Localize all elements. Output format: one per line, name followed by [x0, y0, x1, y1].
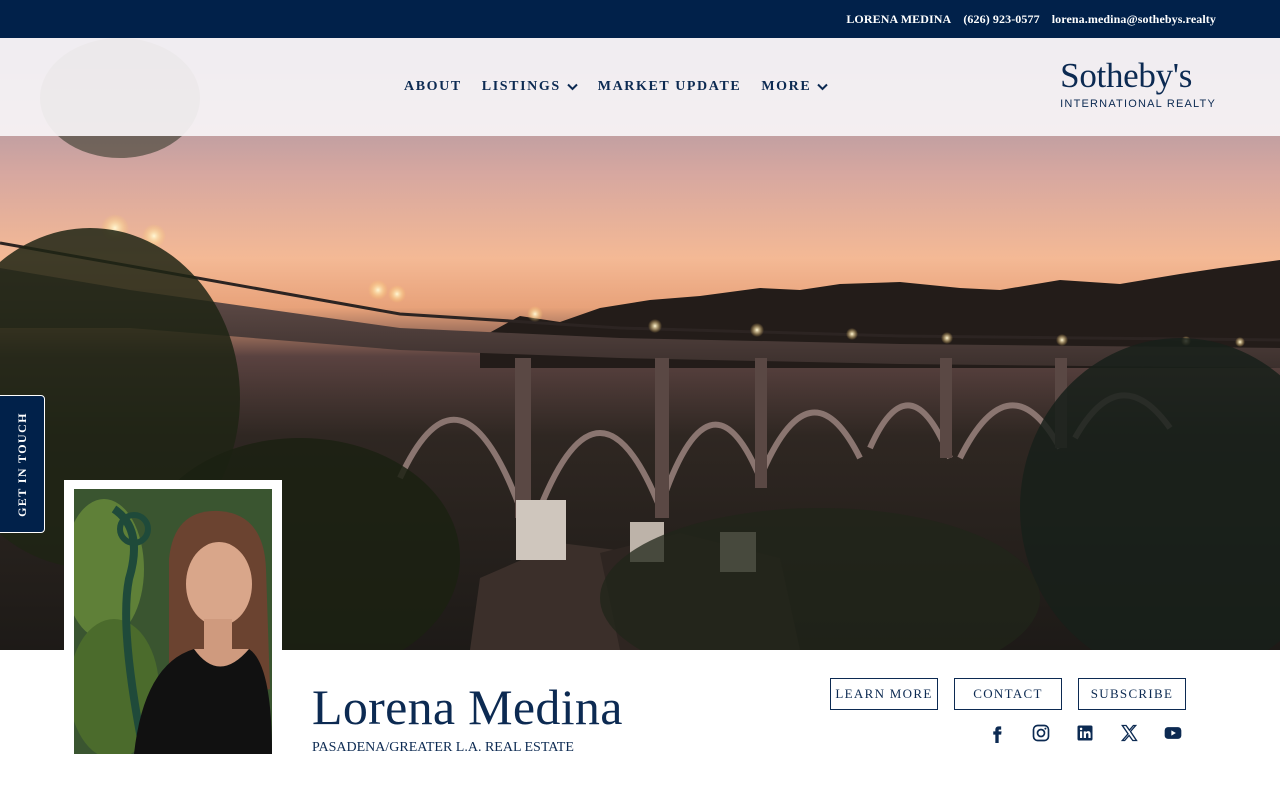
- chevron-down-icon: [817, 83, 828, 91]
- get-in-touch-tab[interactable]: GET IN TOUCH: [0, 395, 45, 533]
- nav-item-listings[interactable]: LISTINGS: [482, 79, 578, 95]
- agent-tagline: PASADENA/GREATER L.A. REAL ESTATE: [312, 740, 574, 755]
- instagram-icon[interactable]: [1030, 722, 1052, 744]
- nav-item-more[interactable]: MORE: [761, 79, 828, 95]
- main-nav: ABOUT LISTINGS MARKET UPDATE MORE: [404, 38, 828, 136]
- main-navigation-band: ABOUT LISTINGS MARKET UPDATE MORE Sotheb…: [0, 38, 1280, 136]
- contact-button[interactable]: CONTACT: [954, 678, 1062, 710]
- brand-logo[interactable]: Sotheby's INTERNATIONAL REALTY: [1060, 56, 1216, 111]
- learn-more-button[interactable]: LEARN MORE: [830, 678, 938, 710]
- social-links: [986, 722, 1184, 744]
- agent-portrait: [74, 489, 272, 754]
- topbar-agent-name[interactable]: LORENA MEDINA: [846, 12, 951, 27]
- get-in-touch-label: GET IN TOUCH: [15, 411, 29, 517]
- agent-portrait-frame: [64, 480, 282, 764]
- brand-name: Sotheby's: [1060, 56, 1193, 95]
- nav-more-label: MORE: [761, 79, 812, 94]
- portrait-illustration: [74, 489, 272, 754]
- youtube-icon[interactable]: [1162, 722, 1184, 744]
- nav-item-market-update[interactable]: MARKET UPDATE: [598, 79, 742, 95]
- nav-about-label: ABOUT: [404, 79, 462, 94]
- subscribe-button[interactable]: SUBSCRIBE: [1078, 678, 1186, 710]
- nav-market-update-label: MARKET UPDATE: [597, 79, 742, 94]
- linkedin-icon[interactable]: [1074, 722, 1096, 744]
- top-contact-bar: LORENA MEDINA (626) 923-0577 lorena.medi…: [0, 0, 1280, 38]
- brand-subtitle: INTERNATIONAL REALTY: [1060, 98, 1216, 110]
- nav-listings-label: LISTINGS: [481, 79, 561, 94]
- x-icon[interactable]: [1118, 722, 1140, 744]
- nav-item-about[interactable]: ABOUT: [404, 79, 462, 95]
- topbar-phone[interactable]: (626) 923-0577: [963, 12, 1039, 27]
- topbar-email[interactable]: lorena.medina@sothebys.realty: [1052, 12, 1216, 27]
- facebook-icon[interactable]: [986, 722, 1008, 744]
- agent-name: Lorena Medina: [312, 679, 623, 735]
- chevron-down-icon: [567, 83, 578, 91]
